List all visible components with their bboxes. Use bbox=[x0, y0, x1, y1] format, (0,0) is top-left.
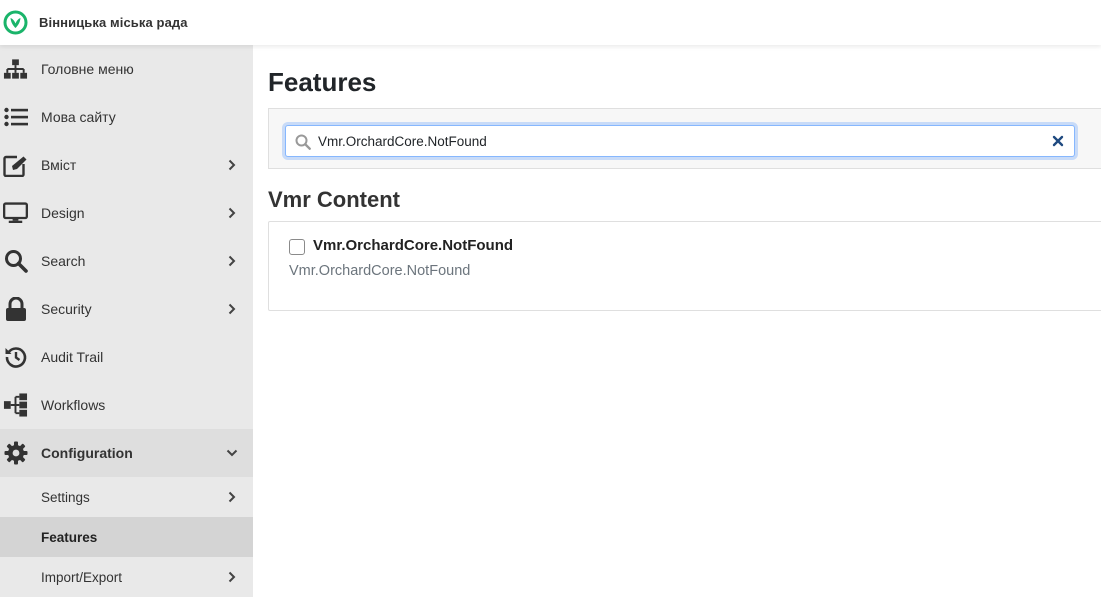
sidebar-item-label: Search bbox=[41, 253, 86, 269]
search-input[interactable] bbox=[318, 126, 1038, 156]
chevron-right-icon bbox=[226, 255, 238, 267]
sidebar-item-label: Security bbox=[41, 301, 92, 317]
history-icon bbox=[3, 345, 28, 370]
sidebar-item-content[interactable]: Вміст bbox=[0, 141, 253, 189]
sidebar-item-security[interactable]: Security bbox=[0, 285, 253, 333]
chevron-down-icon bbox=[226, 447, 238, 459]
feature-description: Vmr.OrchardCore.NotFound bbox=[289, 263, 471, 279]
sidebar-item-label: Workflows bbox=[41, 397, 106, 413]
sidebar-item-label: Configuration bbox=[41, 445, 133, 461]
search-box[interactable] bbox=[285, 125, 1075, 157]
top-navbar: Вінницька міська рада bbox=[0, 0, 1101, 45]
lock-icon bbox=[3, 296, 28, 322]
sidebar-subitem-features[interactable]: Features bbox=[0, 517, 253, 557]
sidebar-item-search[interactable]: Search bbox=[0, 237, 253, 285]
sidebar-item-label: Design bbox=[41, 205, 85, 221]
sidebar-item-label: Вміст bbox=[41, 157, 77, 173]
sidebar-item-configuration[interactable]: Configuration bbox=[0, 429, 253, 477]
feature-group-title: Vmr Content bbox=[268, 187, 400, 212]
feature-enable-checkbox[interactable] bbox=[289, 239, 305, 255]
sidebar-item-label: Settings bbox=[41, 489, 90, 505]
chevron-right-icon bbox=[226, 491, 238, 503]
search-icon bbox=[295, 134, 311, 150]
sidebar-item-label: Мова сайту bbox=[41, 109, 116, 125]
sidebar-item-workflows[interactable]: Workflows bbox=[0, 381, 253, 429]
edit-icon bbox=[3, 153, 28, 178]
sidebar-item-label: Audit Trail bbox=[41, 349, 104, 365]
sidebar-item-audit-trail[interactable]: Audit Trail bbox=[0, 333, 253, 381]
sidebar-item-main-menu[interactable]: Головне меню bbox=[0, 45, 253, 93]
filter-card bbox=[268, 108, 1101, 169]
workflow-icon bbox=[3, 393, 28, 418]
feature-card: Vmr.OrchardCore.NotFound Vmr.OrchardCore… bbox=[268, 221, 1101, 311]
sidebar-subitem-import-export[interactable]: Import/Export bbox=[0, 557, 253, 597]
main-content: Features Vmr Content Vmr.OrchardCore.Not… bbox=[253, 45, 1101, 597]
feature-name: Vmr.OrchardCore.NotFound bbox=[313, 237, 514, 254]
leaf-logo-icon[interactable] bbox=[3, 10, 28, 35]
chevron-right-icon bbox=[226, 207, 238, 219]
sidebar-item-design[interactable]: Design bbox=[0, 189, 253, 237]
configuration-submenu: Settings Features Import/Export bbox=[0, 477, 253, 597]
sidebar: Головне меню Мова сайту Вміст Design Sea… bbox=[0, 45, 253, 597]
sidebar-subitem-settings[interactable]: Settings bbox=[0, 477, 253, 517]
site-name[interactable]: Вінницька міська рада bbox=[39, 15, 188, 30]
list-icon bbox=[3, 105, 28, 130]
sidebar-item-label: Import/Export bbox=[41, 569, 123, 585]
sitemap-icon bbox=[3, 57, 28, 82]
chevron-right-icon bbox=[226, 303, 238, 315]
chevron-right-icon bbox=[226, 159, 238, 171]
sidebar-item-label: Головне меню bbox=[41, 61, 134, 77]
chevron-right-icon bbox=[226, 571, 238, 583]
gear-icon bbox=[3, 441, 28, 466]
search-icon bbox=[3, 249, 28, 274]
sidebar-item-site-language[interactable]: Мова сайту bbox=[0, 93, 253, 141]
page-title: Features bbox=[268, 67, 377, 97]
close-icon[interactable] bbox=[1052, 135, 1064, 147]
monitor-icon bbox=[3, 201, 28, 226]
sidebar-item-label: Features bbox=[41, 529, 98, 545]
